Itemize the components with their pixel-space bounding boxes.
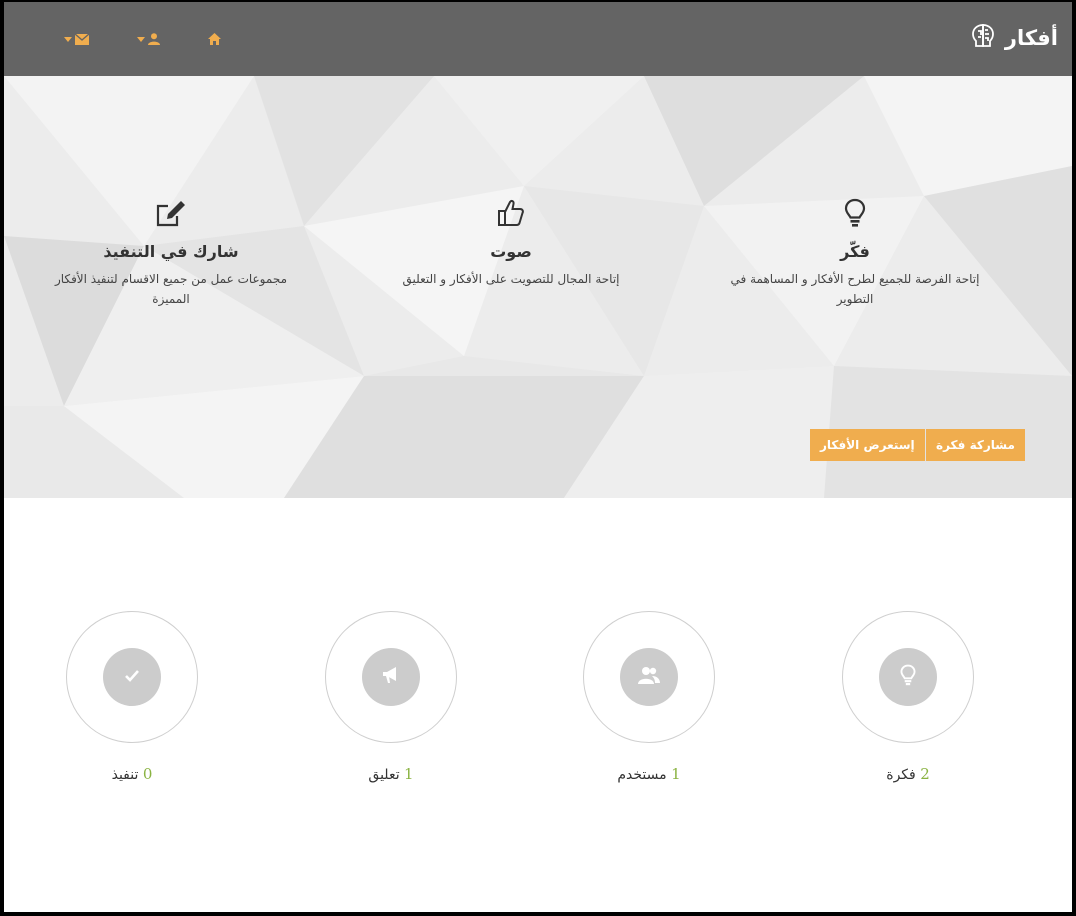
stat-icon-badge	[362, 648, 420, 706]
stat-value: 1	[671, 765, 681, 783]
feature-description: إتاحة المجال للتصويت على الأفكار و التعل…	[402, 272, 620, 286]
stat-name: مستخدم	[617, 767, 667, 783]
users-icon	[638, 666, 660, 688]
brand-title: أفكار	[1004, 26, 1058, 50]
envelope-icon	[74, 30, 90, 49]
bullhorn-icon	[381, 666, 401, 688]
stat-icon-badge	[879, 648, 937, 706]
thumbs-up-icon	[366, 198, 656, 232]
feature-participate: شارك في التنفيذ مجموعات عمل من جميع الاق…	[26, 198, 316, 309]
stat-users: 1 مستخدم	[583, 611, 715, 783]
stat-icon-badge	[620, 648, 678, 706]
feature-title: صوت	[490, 242, 532, 261]
brand[interactable]: أفكار	[969, 20, 1058, 56]
stat-label: 1 تعليق	[325, 765, 457, 783]
nav-messages[interactable]	[64, 30, 90, 49]
user-icon	[148, 30, 160, 49]
chevron-down-icon	[64, 36, 72, 42]
feature-think: فكّر إتاحة الفرصة للجميع لطرح الأفكار و …	[710, 198, 1000, 309]
feature-vote: صوت إتاحة المجال للتصويت على الأفكار و ا…	[366, 198, 656, 289]
stat-ideas: 2 فكرة	[842, 611, 974, 783]
hero-section: فكّر إتاحة الفرصة للجميع لطرح الأفكار و …	[4, 76, 1072, 498]
stat-circle	[583, 611, 715, 743]
stat-name: تعليق	[368, 767, 400, 783]
share-idea-button[interactable]: مشاركة فكرة	[926, 429, 1025, 461]
feature-description: إتاحة الفرصة للجميع لطرح الأفكار و المسا…	[730, 272, 980, 306]
stat-implementations: 0 تنفيذ	[66, 611, 198, 783]
browse-ideas-button[interactable]: إستعرض الأفكار	[810, 429, 925, 461]
edit-icon	[26, 198, 316, 232]
stat-circle	[325, 611, 457, 743]
stat-label: 0 تنفيذ	[66, 765, 198, 783]
stat-circle	[66, 611, 198, 743]
lightbulb-icon	[710, 198, 1000, 232]
check-icon	[124, 668, 140, 687]
nav-home[interactable]	[208, 30, 221, 49]
stat-name: تنفيذ	[111, 767, 139, 783]
lightbulb-icon	[900, 664, 916, 690]
feature-title: فكّر	[840, 242, 870, 261]
stat-label: 1 مستخدم	[583, 765, 715, 783]
stat-icon-badge	[103, 648, 161, 706]
stat-label: 2 فكرة	[842, 765, 974, 783]
feature-title: شارك في التنفيذ	[103, 242, 239, 261]
chevron-down-icon	[137, 36, 145, 42]
stat-value: 0	[142, 765, 153, 783]
stat-name: فكرة	[886, 767, 916, 783]
stat-value: 2	[920, 765, 930, 783]
brain-icon	[969, 22, 997, 54]
feature-description: مجموعات عمل من جميع الاقسام لتنفيذ الأفك…	[54, 272, 287, 306]
nav-menu	[64, 26, 269, 52]
top-navbar: أفكار	[4, 2, 1072, 76]
stat-value: 1	[404, 765, 414, 783]
stat-circle	[842, 611, 974, 743]
home-icon	[208, 30, 221, 49]
nav-user[interactable]	[137, 30, 160, 49]
page: أفكار فكّر إتاحة الفرصة للجميع لطرح الأف…	[4, 2, 1072, 912]
stat-comments: 1 تعليق	[325, 611, 457, 783]
